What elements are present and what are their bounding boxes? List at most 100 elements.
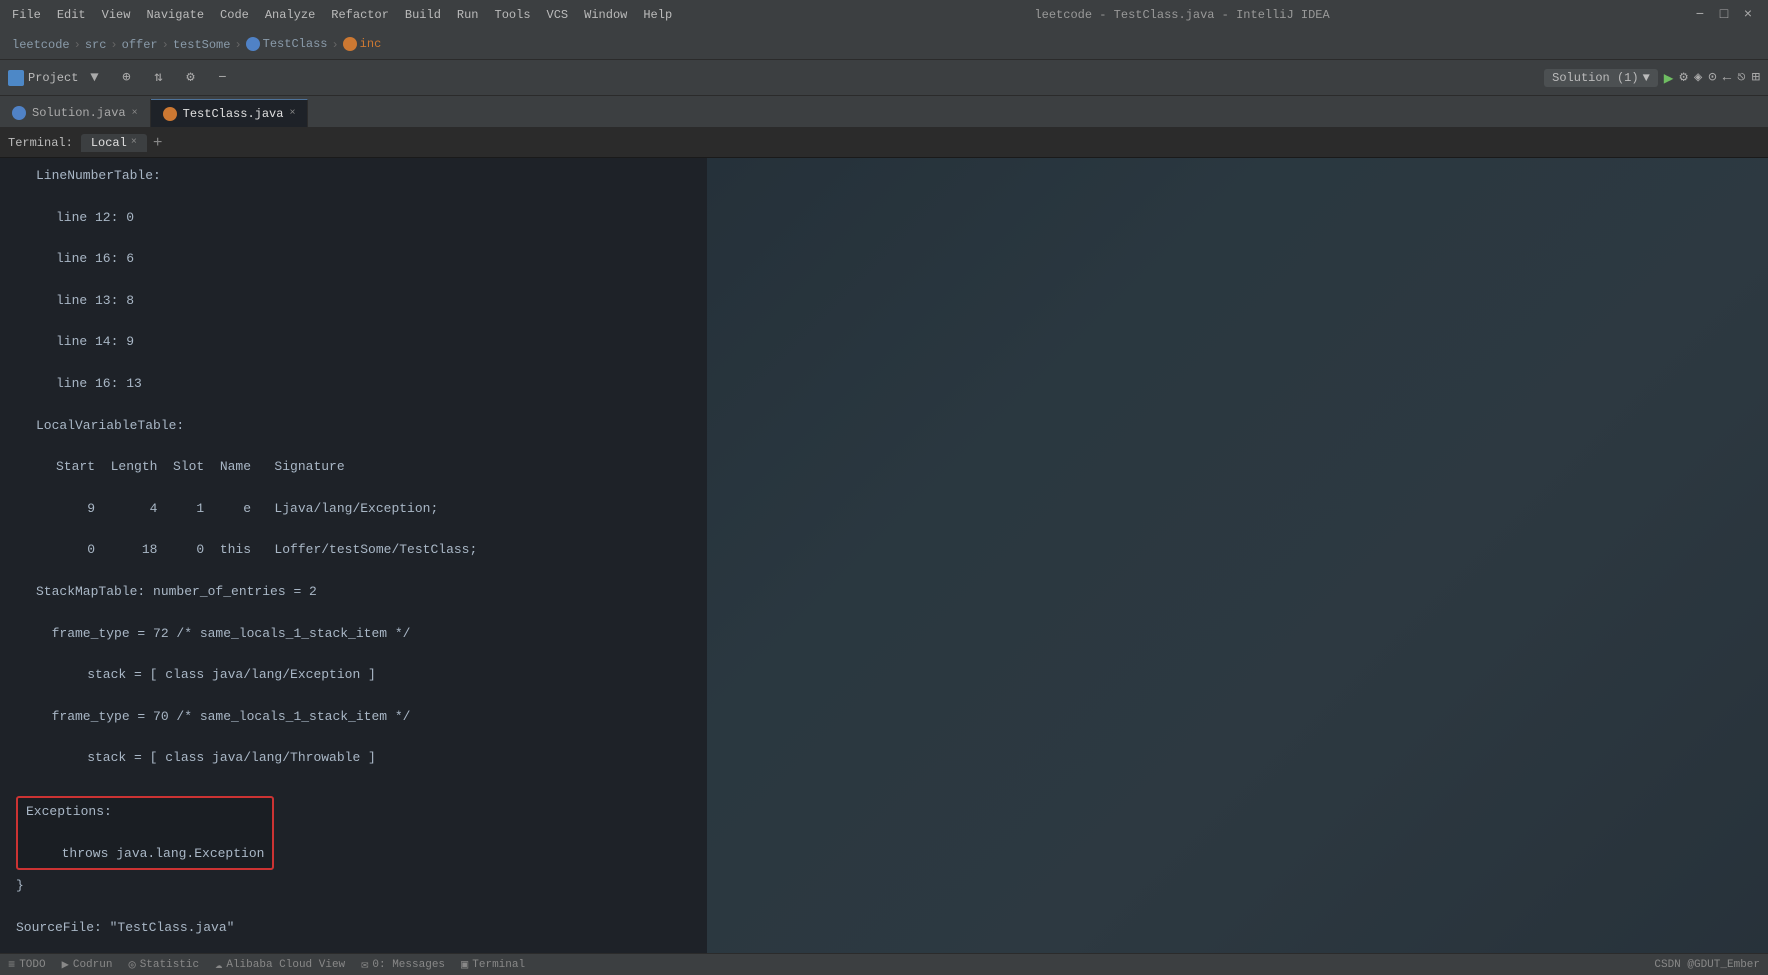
terminal-output[interactable]: LineNumberTable: line 12: 0 line 16: 6 line… bbox=[0, 158, 1768, 975]
minimize-window-button[interactable]: − bbox=[1692, 7, 1708, 23]
terminal-tab-close-button[interactable]: × bbox=[131, 137, 137, 148]
run-button[interactable]: ▶ bbox=[1664, 68, 1674, 88]
output-line-0: LineNumberTable: bbox=[16, 166, 1752, 187]
breadcrumb-item-offer[interactable]: offer bbox=[122, 38, 158, 52]
closing-brace: } bbox=[16, 876, 1752, 897]
menu-item-edit[interactable]: Edit bbox=[57, 8, 86, 22]
menu-bar: File Edit View Navigate Code Analyze Refactor B… bbox=[12, 8, 672, 22]
status-item-label: Codrun bbox=[73, 959, 113, 971]
breadcrumb-icon-orange bbox=[343, 37, 357, 51]
output-line-6: LocalVariableTable: bbox=[16, 416, 1752, 437]
menu-item-window[interactable]: Window bbox=[584, 8, 627, 22]
terminal-add-button[interactable]: + bbox=[153, 134, 163, 152]
output-line-5: line 16: 13 bbox=[16, 374, 1752, 395]
breadcrumb: leetcode›src›offer›testSome›TestClass›in… bbox=[0, 30, 1768, 60]
hierarchy-icon[interactable]: ⇅ bbox=[146, 66, 170, 90]
tab-label: TestClass.java bbox=[183, 107, 284, 121]
breadcrumb-item-inc[interactable]: inc bbox=[343, 37, 382, 51]
throws-line: throws java.lang.Exception bbox=[26, 844, 264, 865]
menu-item-analyze[interactable]: Analyze bbox=[265, 8, 315, 22]
tab-testclass-java[interactable]: TestClass.java × bbox=[151, 99, 309, 127]
status-item-terminal[interactable]: ▣ Terminal bbox=[461, 957, 525, 972]
breadcrumb-sep: › bbox=[74, 38, 81, 52]
close-window-button[interactable]: × bbox=[1740, 7, 1756, 23]
status-item-label: 0: Messages bbox=[372, 959, 445, 971]
status-item-icon: ☁ bbox=[215, 957, 222, 972]
breadcrumb-sep: › bbox=[234, 38, 241, 52]
output-line-3: line 13: 8 bbox=[16, 291, 1752, 312]
tab-close-button[interactable]: × bbox=[289, 108, 295, 119]
menu-item-vcs[interactable]: VCS bbox=[547, 8, 569, 22]
output-line-13: frame_type = 70 /* same_locals_1_stack_i… bbox=[16, 707, 1752, 728]
main-content: LineNumberTable: line 12: 0 line 16: 6 line… bbox=[0, 158, 1768, 975]
menu-item-view[interactable]: View bbox=[102, 8, 131, 22]
minimize-panel-button[interactable]: − bbox=[210, 66, 234, 90]
output-line-4: line 14: 9 bbox=[16, 332, 1752, 353]
status-item-icon: ✉ bbox=[361, 957, 368, 972]
tab-solution-java[interactable]: Solution.java × bbox=[0, 99, 151, 127]
status-item-label: TODO bbox=[19, 959, 45, 971]
status-item-icon: ▣ bbox=[461, 957, 468, 972]
output-line-10: StackMapTable: number_of_entries = 2 bbox=[16, 582, 1752, 603]
menu-item-tools[interactable]: Tools bbox=[495, 8, 531, 22]
terminal-tab-label: Local bbox=[91, 136, 127, 150]
menu-item-file[interactable]: File bbox=[12, 8, 41, 22]
breadcrumb-item-testsome[interactable]: testSome bbox=[173, 38, 231, 52]
extra-button[interactable]: ⊞ bbox=[1752, 69, 1760, 86]
breadcrumb-sep: › bbox=[331, 38, 338, 52]
menu-item-build[interactable]: Build bbox=[405, 8, 441, 22]
earth-icon[interactable]: ⊕ bbox=[114, 66, 138, 90]
app-title: leetcode - TestClass.java - IntelliJ IDE… bbox=[1034, 8, 1329, 22]
back-button[interactable]: ← bbox=[1723, 70, 1731, 86]
output-line-8: 9 4 1 e Ljava/lang/Exception; bbox=[16, 499, 1752, 520]
status-item-icon: ▶ bbox=[62, 957, 69, 972]
status-right-label: CSDN @GDUT_Ember bbox=[1654, 959, 1760, 971]
status-item-0--messages[interactable]: ✉ 0: Messages bbox=[361, 957, 445, 972]
menu-item-navigate[interactable]: Navigate bbox=[146, 8, 204, 22]
coverage-button[interactable]: ◈ bbox=[1694, 69, 1702, 86]
output-line-14: stack = [ class java/lang/Throwable ] bbox=[16, 748, 1752, 769]
status-item-codrun[interactable]: ▶ Codrun bbox=[62, 957, 113, 972]
menu-item-code[interactable]: Code bbox=[220, 8, 249, 22]
output-line-11: frame_type = 72 /* same_locals_1_stack_i… bbox=[16, 624, 1752, 645]
tab-close-button[interactable]: × bbox=[132, 108, 138, 119]
window-controls: − □ × bbox=[1692, 7, 1756, 23]
breadcrumb-item-leetcode[interactable]: leetcode bbox=[12, 38, 70, 52]
external-button[interactable]: ⎋ bbox=[1737, 69, 1745, 86]
tab-label: Solution.java bbox=[32, 106, 126, 120]
title-bar-left: File Edit View Navigate Code Analyze Refactor B… bbox=[12, 8, 672, 22]
sourcefile-line: SourceFile: "TestClass.java" bbox=[16, 918, 1752, 939]
breadcrumb-item-src[interactable]: src bbox=[85, 38, 107, 52]
breadcrumb-sep: › bbox=[110, 38, 117, 52]
settings-icon[interactable]: ⚙ bbox=[178, 66, 202, 90]
tab-icon-blue bbox=[12, 106, 26, 120]
status-item-alibaba-cloud-view[interactable]: ☁Alibaba Cloud View bbox=[215, 957, 345, 972]
status-item-label: Statistic bbox=[140, 959, 199, 971]
status-items: ≡ TODO ▶ Codrun ◎Statistic ☁Alibaba Cloud Vie… bbox=[8, 957, 525, 972]
output-line-7: Start Length Slot Name Signature bbox=[16, 457, 1752, 478]
breadcrumb-item-testclass[interactable]: TestClass bbox=[246, 37, 328, 51]
menu-item-help[interactable]: Help bbox=[643, 8, 672, 22]
project-label[interactable]: Project bbox=[28, 71, 78, 85]
output-line-2: line 16: 6 bbox=[16, 249, 1752, 270]
status-item-label: Terminal bbox=[472, 959, 525, 971]
run-config-selector[interactable]: Solution (1) ▼ bbox=[1544, 69, 1658, 87]
exceptions-line: Exceptions: bbox=[26, 802, 264, 823]
maximize-window-button[interactable]: □ bbox=[1716, 7, 1732, 23]
project-section: Project ▼ bbox=[8, 66, 106, 90]
menu-item-refactor[interactable]: Refactor bbox=[331, 8, 389, 22]
status-item-todo[interactable]: ≡ TODO bbox=[8, 958, 46, 972]
status-item-statistic[interactable]: ◎Statistic bbox=[128, 957, 199, 972]
run-config-dropdown-icon: ▼ bbox=[1643, 71, 1650, 85]
tab-icon-orange bbox=[163, 107, 177, 121]
editor-tabs: Solution.java × TestClass.java × bbox=[0, 96, 1768, 128]
menu-item-run[interactable]: Run bbox=[457, 8, 479, 22]
status-item-icon: ≡ bbox=[8, 958, 15, 972]
title-bar: File Edit View Navigate Code Analyze Refactor B… bbox=[0, 0, 1768, 30]
debug-button[interactable]: ⚙ bbox=[1679, 69, 1687, 86]
exceptions-highlight: Exceptions: throws java.lang.Exception bbox=[16, 796, 274, 870]
profile-button[interactable]: ⊙ bbox=[1708, 69, 1716, 86]
terminal-tab-local[interactable]: Local × bbox=[81, 134, 147, 152]
project-dropdown-button[interactable]: ▼ bbox=[82, 66, 106, 90]
output-line-1: line 12: 0 bbox=[16, 208, 1752, 229]
